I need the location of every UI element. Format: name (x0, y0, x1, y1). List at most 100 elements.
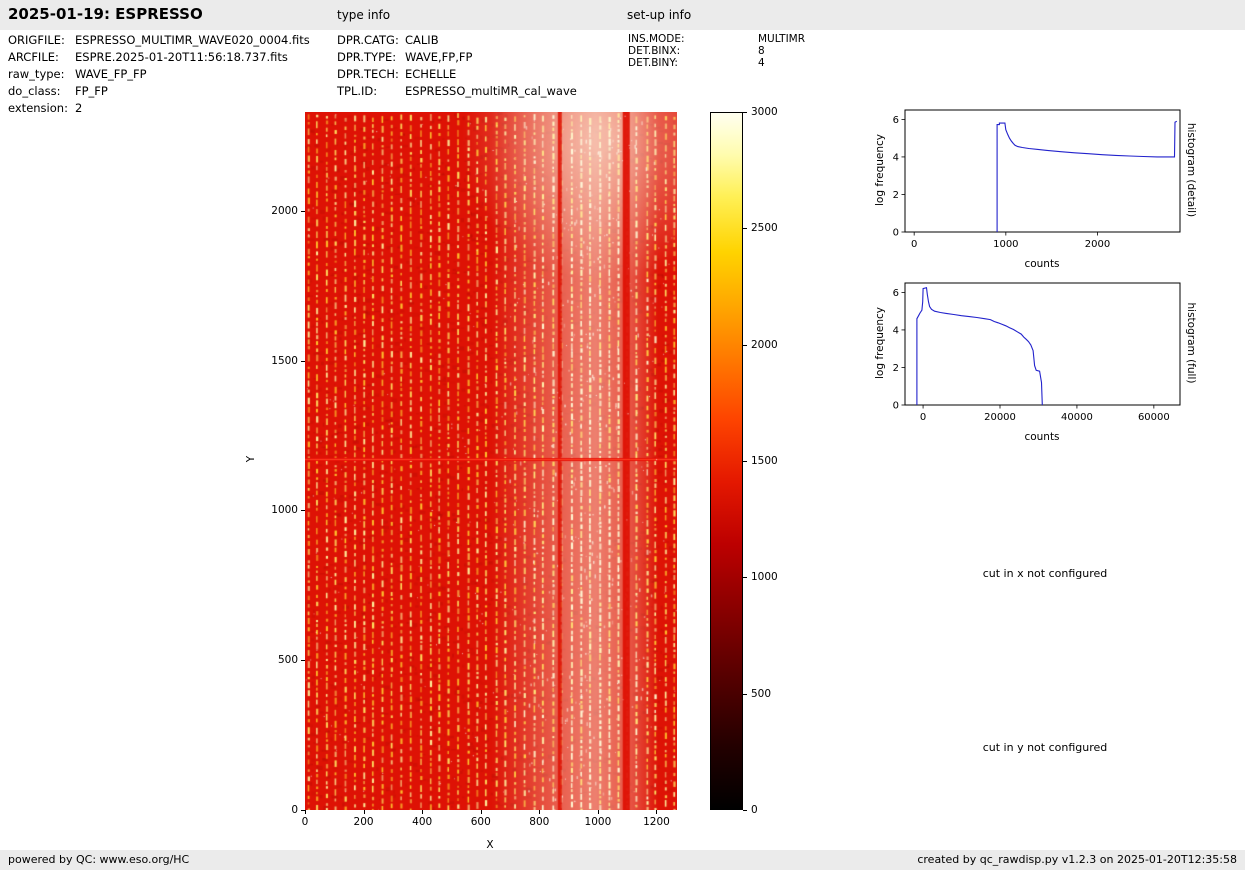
histogram-full-right-label: histogram (full) (1185, 283, 1197, 403)
histogram-full-xlabel: counts (982, 431, 1102, 443)
x-tick-label: 20000 (984, 412, 1016, 423)
metadata-row: extension: 2 (8, 99, 310, 116)
metadata-row: DET.BINX: 8 (628, 45, 805, 57)
histogram-detail-chart: 0 1000 2000 0 2 4 6 (865, 102, 1195, 274)
metadata-value: ESPRE.2025-01-20T11:56:18.737.fits (75, 50, 288, 64)
metadata-row: TPL.ID: ESPRESSO_multiMR_cal_wave (337, 82, 577, 99)
metadata-label: raw_type: (8, 67, 75, 81)
metadata-label: do_class: (8, 84, 75, 98)
histogram-detail-right-label: histogram (detail) (1185, 110, 1197, 230)
x-tick-label: 1000 (585, 816, 612, 828)
y-tick-label: 0 (893, 401, 899, 412)
histogram-full-chart: 0 20000 40000 60000 0 2 4 6 (865, 275, 1195, 447)
x-tick-label: 400 (412, 816, 432, 828)
footer-credit: created by qc_rawdisp.py v1.2.3 on 2025-… (917, 853, 1237, 866)
colorbar-tick-label: 1000 (751, 571, 778, 583)
colorbar-tick-mark (743, 112, 747, 113)
y-tick-label: 0 (291, 804, 298, 816)
x-tick-label: 60000 (1138, 412, 1170, 423)
colorbar-tick-mark (743, 577, 747, 578)
file-info-column: ORIGFILE: ESPRESSO_MULTIMR_WAVE020_0004.… (8, 31, 310, 116)
x-tick-label: 600 (471, 816, 491, 828)
metadata-row: DPR.CATG: CALIB (337, 31, 577, 48)
colorbar-tick-mark (743, 345, 747, 346)
cut-x-message: cut in x not configured (935, 567, 1155, 580)
y-tick-label: 2 (893, 363, 899, 374)
x-tick-label: 40000 (1061, 412, 1093, 423)
x-tick-mark (598, 810, 599, 814)
colorbar-tick-label: 0 (751, 804, 758, 816)
x-tick-label: 0 (920, 412, 926, 423)
metadata-label: ORIGFILE: (8, 33, 75, 47)
metadata-row: DET.BINY: 4 (628, 57, 805, 69)
metadata-label: ARCFILE: (8, 50, 75, 64)
metadata-label: DET.BINX: (628, 45, 758, 57)
y-tick-label: 2 (893, 190, 899, 201)
metadata-row: DPR.TECH: ECHELLE (337, 65, 577, 82)
metadata-row: DPR.TYPE: WAVE,FP,FP (337, 48, 577, 65)
colorbar-tick-label: 1500 (751, 455, 778, 467)
x-tick-label: 2000 (1085, 239, 1110, 250)
metadata-value: 4 (758, 57, 765, 69)
metadata-value: FP_FP (75, 84, 108, 98)
metadata-label: DPR.CATG: (337, 33, 405, 47)
x-tick-label: 200 (354, 816, 374, 828)
y-tick-label: 1000 (271, 504, 298, 516)
metadata-row: ORIGFILE: ESPRESSO_MULTIMR_WAVE020_0004.… (8, 31, 310, 48)
y-tick-mark (301, 361, 305, 362)
setup-info-header: set-up info (627, 8, 691, 22)
page-title: 2025-01-19: ESPRESSO (8, 5, 203, 23)
type-info-column: DPR.CATG: CALIB DPR.TYPE: WAVE,FP,FP DPR… (337, 31, 577, 99)
y-tick-mark (301, 510, 305, 511)
colorbar-tick-label: 3000 (751, 106, 778, 118)
x-tick-mark (364, 810, 365, 814)
histogram-detail-ylabel: log frequency (874, 110, 886, 230)
colorbar-tick-label: 2000 (751, 339, 778, 351)
qc-report-page: 2025-01-19: ESPRESSO type info set-up in… (0, 0, 1245, 870)
metadata-label: DPR.TYPE: (337, 50, 405, 64)
metadata-value: WAVE_FP_FP (75, 67, 147, 81)
metadata-label: DET.BINY: (628, 57, 758, 69)
colorbar-tick-mark (743, 228, 747, 229)
y-tick-label: 0 (893, 228, 899, 239)
metadata-value: ECHELLE (405, 67, 456, 81)
metadata-row: INS.MODE: MULTIMR (628, 33, 805, 45)
metadata-value: 2 (75, 101, 82, 115)
y-tick-label: 6 (893, 288, 899, 299)
y-tick-label: 4 (893, 325, 899, 336)
metadata-row: raw_type: WAVE_FP_FP (8, 65, 310, 82)
y-tick-label: 1500 (271, 355, 298, 367)
plot-box (905, 110, 1180, 232)
x-tick-mark (305, 810, 306, 814)
colorbar-tick-label: 500 (751, 688, 771, 700)
x-tick-label: 1000 (993, 239, 1018, 250)
x-tick-label: 1200 (643, 816, 670, 828)
x-tick-label: 800 (529, 816, 549, 828)
footer-link[interactable]: powered by QC: www.eso.org/HC (8, 853, 189, 866)
y-tick-mark (301, 810, 305, 811)
main-plot-ylabel: Y (245, 399, 257, 519)
metadata-value: ESPRESSO_multiMR_cal_wave (405, 84, 577, 98)
x-tick-label: 0 (911, 239, 917, 250)
metadata-value: ESPRESSO_MULTIMR_WAVE020_0004.fits (75, 33, 310, 47)
y-tick-label: 6 (893, 115, 899, 126)
metadata-value: MULTIMR (758, 33, 805, 45)
metadata-label: TPL.ID: (337, 84, 405, 98)
y-tick-mark (301, 660, 305, 661)
metadata-value: CALIB (405, 33, 439, 47)
colorbar-tick-label: 2500 (751, 222, 778, 234)
metadata-label: DPR.TECH: (337, 67, 405, 81)
raw-frame-canvas (305, 112, 677, 810)
x-tick-mark (656, 810, 657, 814)
histogram-full-ylabel: log frequency (874, 283, 886, 403)
histogram-detail-xlabel: counts (982, 258, 1102, 270)
x-tick-mark (539, 810, 540, 814)
metadata-label: INS.MODE: (628, 33, 758, 45)
y-tick-label: 500 (278, 654, 298, 666)
x-tick-mark (481, 810, 482, 814)
setup-info-column: INS.MODE: MULTIMR DET.BINX: 8 DET.BINY: … (628, 33, 805, 69)
x-tick-label: 0 (302, 816, 309, 828)
y-tick-label: 4 (893, 152, 899, 163)
colorbar-tick-mark (743, 694, 747, 695)
type-info-header: type info (337, 8, 390, 22)
